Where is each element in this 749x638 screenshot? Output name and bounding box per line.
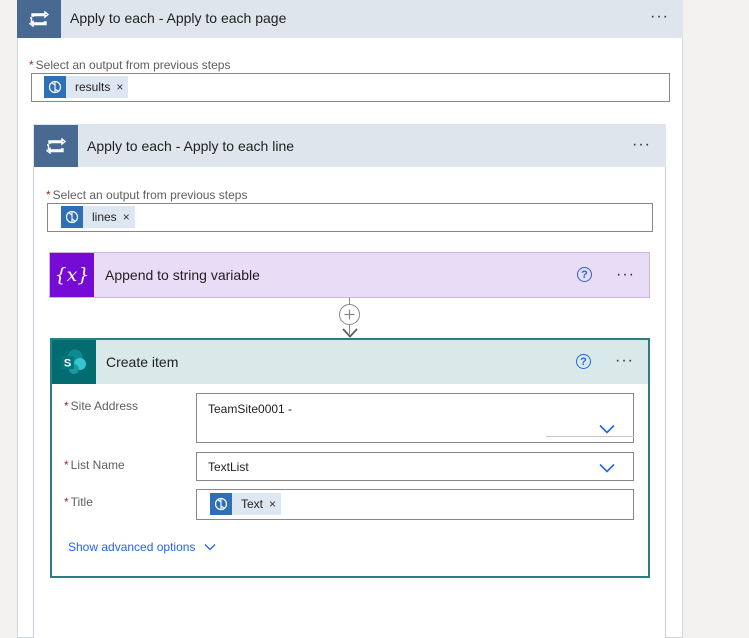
text-token-label: Text (241, 497, 264, 511)
site-address-divider (546, 436, 634, 437)
title-field[interactable]: Text × (196, 489, 634, 520)
dynamic-content-icon (44, 76, 66, 98)
site-address-label: * Site Address (64, 399, 138, 413)
results-token[interactable]: results × (44, 76, 129, 98)
inner-loop-more-button[interactable]: ··· (632, 137, 651, 153)
inner-select-input[interactable]: lines × (47, 203, 653, 232)
inner-select-label-text: Select an output from previous steps (52, 188, 248, 202)
site-address-label-text: Site Address (70, 399, 139, 413)
inner-loop-title: Apply to each - Apply to each line (87, 138, 295, 154)
site-address-field[interactable]: TeamSite0001 - (196, 393, 634, 443)
outer-select-input[interactable]: results × (31, 73, 670, 102)
help-icon[interactable]: ? (577, 267, 592, 282)
site-address-value: TeamSite0001 - (208, 402, 293, 416)
chevron-down-icon[interactable] (599, 462, 615, 476)
create-item-title: Create item (106, 354, 179, 370)
text-token-remove[interactable]: × (269, 497, 281, 511)
required-mark: * (29, 58, 34, 72)
results-token-label: results (75, 80, 111, 94)
text-token[interactable]: Text × (210, 493, 282, 515)
loop-icon (34, 125, 78, 167)
append-variable-title: Append to string variable (105, 267, 260, 283)
sharepoint-icon-letter: S (64, 358, 71, 370)
chevron-down-icon[interactable] (599, 423, 615, 437)
help-icon[interactable]: ? (576, 354, 591, 369)
lines-token-label: lines (92, 210, 117, 224)
arrow-down-icon (342, 326, 358, 338)
outer-select-label-text: Select an output from previous steps (35, 58, 231, 72)
chevron-down-icon (204, 543, 216, 551)
dynamic-content-icon (61, 206, 83, 228)
outer-loop-more-button[interactable]: ··· (650, 9, 669, 25)
title-label: * Title (64, 495, 93, 509)
list-name-label-text: List Name (70, 458, 125, 472)
outer-select-label: * Select an output from previous steps (29, 58, 230, 72)
show-advanced-options-text: Show advanced options (68, 540, 196, 554)
required-mark: * (64, 495, 69, 509)
append-variable-more-button[interactable]: ··· (616, 267, 635, 283)
dynamic-content-icon (210, 493, 232, 515)
list-name-label: * List Name (64, 458, 125, 472)
outer-loop-title: Apply to each - Apply to each page (70, 10, 287, 26)
inner-select-label: * Select an output from previous steps (46, 188, 247, 202)
loop-icon (17, 0, 61, 38)
results-token-remove[interactable]: × (116, 80, 128, 94)
title-label-text: Title (70, 495, 93, 509)
required-mark: * (46, 188, 51, 202)
list-name-field[interactable]: TextList (196, 452, 634, 481)
sharepoint-icon: S (52, 340, 96, 384)
required-mark: * (64, 458, 69, 472)
list-name-value: TextList (208, 460, 249, 474)
create-item-more-button[interactable]: ··· (615, 353, 634, 369)
required-mark: * (64, 399, 69, 413)
variable-icon: {x} (50, 253, 94, 297)
show-advanced-options-link[interactable]: Show advanced options (68, 540, 216, 554)
lines-token[interactable]: lines × (61, 206, 135, 228)
lines-token-remove[interactable]: × (123, 210, 135, 224)
add-step-icon[interactable] (339, 304, 360, 325)
